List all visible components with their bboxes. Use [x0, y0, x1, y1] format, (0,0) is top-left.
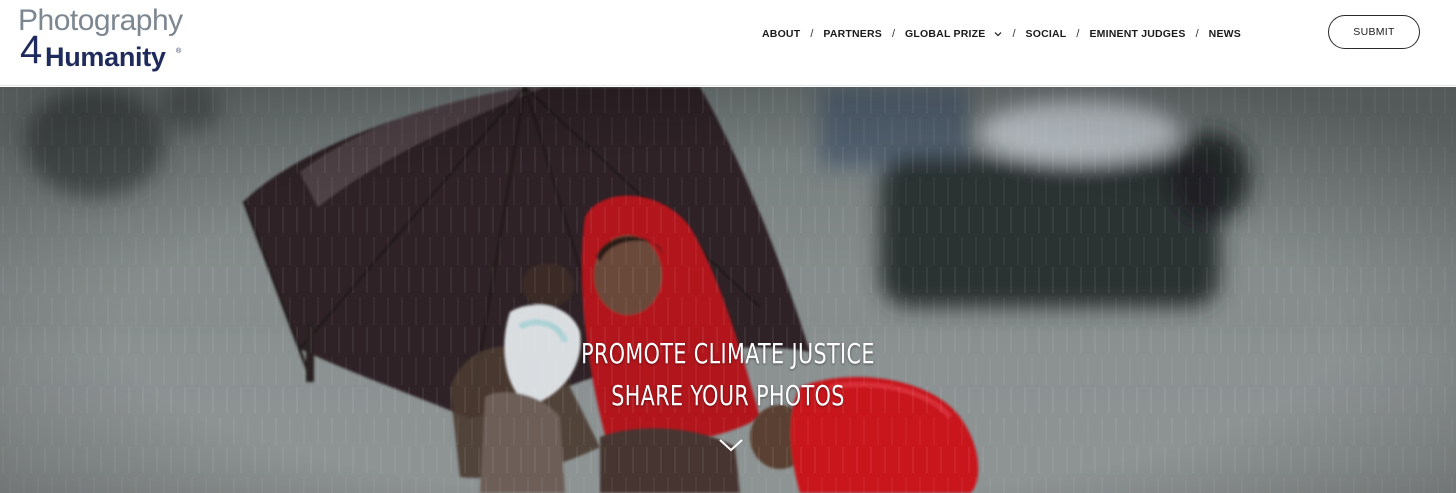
nav-item-global-prize[interactable]: GLOBAL PRIZE	[905, 28, 1002, 40]
submit-button[interactable]: SUBMIT	[1328, 15, 1420, 49]
chevron-down-icon[interactable]	[718, 437, 744, 453]
logo-wordmark-bottom: Humanity	[45, 42, 166, 72]
nav-item-news[interactable]: NEWS	[1209, 28, 1241, 40]
logo-wordmark-top: Photography	[18, 4, 183, 37]
hero-headline: PROMOTE CLIMATE JUSTICE SHARE YOUR PHOTO…	[0, 333, 1456, 417]
photography4humanity-logo[interactable]: Photography 4 Humanity ®	[18, 4, 188, 72]
logo-numeral: 4	[20, 28, 43, 72]
nav-item-partners[interactable]: PARTNERS	[823, 28, 882, 40]
hero-banner: PROMOTE CLIMATE JUSTICE SHARE YOUR PHOTO…	[0, 87, 1456, 493]
nav-item-global-prize-label: GLOBAL PRIZE	[905, 28, 986, 40]
hero-photo	[0, 87, 1456, 493]
nav-item-about[interactable]: ABOUT	[762, 28, 800, 40]
hero-headline-line-2: SHARE YOUR PHOTOS	[611, 379, 845, 412]
nav-separator: /	[1076, 28, 1080, 40]
nav-item-social[interactable]: SOCIAL	[1026, 28, 1067, 40]
nav-separator: /	[1195, 28, 1199, 40]
chevron-down-icon	[995, 32, 1002, 37]
nav-separator: /	[891, 28, 896, 40]
logo-trademark: ®	[176, 48, 182, 55]
hero-headline-line-1: PROMOTE CLIMATE JUSTICE	[581, 337, 875, 370]
nav-item-eminent-judges[interactable]: EMINENT JUDGES	[1089, 28, 1185, 40]
nav-separator: /	[810, 28, 814, 40]
main-nav: ABOUT / PARTNERS / GLOBAL PRIZE / SOCIAL…	[762, 26, 1241, 42]
nav-separator: /	[1012, 28, 1016, 40]
site-header: Photography 4 Humanity ® ABOUT / PARTNER…	[0, 0, 1456, 86]
